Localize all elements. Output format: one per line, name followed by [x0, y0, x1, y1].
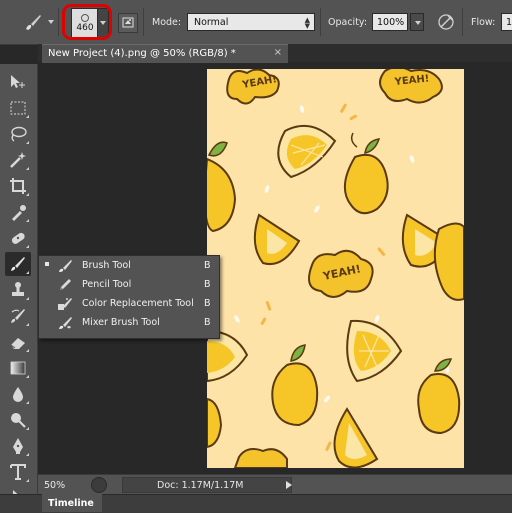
eraser-icon	[10, 338, 25, 349]
mode-value: Normal	[194, 17, 229, 28]
brush-icon	[11, 257, 25, 271]
mode-label: Mode:	[152, 17, 182, 28]
crop-icon	[10, 178, 26, 194]
lasso-icon	[11, 126, 27, 142]
tool-eyedropper[interactable]	[5, 200, 31, 224]
dodge-icon	[11, 413, 26, 428]
mode-select[interactable]: Normal ▲ ▼	[187, 13, 315, 31]
flyout-item-brush-tool[interactable]: Brush Tool B	[39, 256, 219, 275]
flyout-item-color-replacement-tool[interactable]: Color Replacement Tool B	[39, 294, 219, 313]
flyout-item-label: Pencil Tool	[82, 279, 132, 290]
brush-tool-flyout: Brush Tool B Pencil Tool B Color Replace…	[38, 255, 220, 339]
chevron-down-icon	[415, 21, 421, 25]
status-bar: 50% Doc: 1.17M/1.17M	[38, 474, 512, 495]
updown-arrows-icon: ▲ ▼	[304, 16, 310, 30]
tool-gradient[interactable]	[5, 356, 31, 380]
separator	[58, 8, 59, 36]
color-replacement-icon	[58, 298, 72, 310]
document-title: New Project (4).png @ 50% (RGB/8) *	[48, 48, 236, 59]
status-menu-arrow-icon[interactable]	[286, 481, 292, 489]
highlight-annotation	[62, 4, 112, 40]
doc-info[interactable]: Doc: 1.17M/1.17M	[122, 477, 292, 493]
timeline-label: Timeline	[48, 498, 94, 509]
selected-bullet-icon	[45, 262, 49, 266]
pen-icon	[13, 438, 23, 454]
tool-blur[interactable]	[5, 382, 31, 406]
document-canvas[interactable]: YEAH! YEAH! YEAH!	[207, 69, 464, 468]
tool-clone-stamp[interactable]	[5, 278, 31, 302]
eyedropper-icon	[12, 205, 26, 221]
flyout-item-label: Mixer Brush Tool	[82, 317, 160, 328]
quick-selection-icon	[10, 152, 26, 168]
tool-healing-brush[interactable]	[5, 226, 31, 250]
tool-history-brush[interactable]	[5, 304, 31, 328]
document-tab[interactable]: New Project (4).png @ 50% (RGB/8) * ×	[42, 44, 288, 63]
flyout-item-shortcut: B	[204, 317, 211, 328]
brush-preset-dropdown-icon[interactable]	[48, 20, 54, 24]
tool-brush[interactable]	[5, 252, 31, 276]
flyout-item-shortcut: B	[204, 279, 211, 290]
flow-label: Flow:	[471, 17, 496, 28]
zoom-icon[interactable]	[91, 477, 107, 493]
brush-icon	[59, 260, 72, 272]
opacity-dropdown[interactable]	[410, 13, 424, 31]
pencil-icon	[60, 279, 71, 290]
flow-input[interactable]: 10	[501, 13, 512, 31]
flyout-item-label: Brush Tool	[82, 260, 131, 271]
separator	[143, 8, 144, 36]
flyout-item-shortcut: B	[204, 298, 211, 309]
tool-type[interactable]	[5, 460, 31, 484]
opacity-input[interactable]: 100%	[372, 13, 408, 31]
tools-panel	[0, 64, 38, 512]
brush-panel-toggle[interactable]	[118, 13, 138, 33]
tool-lasso[interactable]	[5, 122, 31, 146]
type-icon	[10, 464, 26, 480]
flyout-item-label: Color Replacement Tool	[82, 298, 194, 309]
tool-pen[interactable]	[5, 434, 31, 458]
options-bar: 460 Mode: Normal ▲ ▼ Opacity: 100% Flow: …	[0, 0, 512, 45]
flyout-item-pencil-tool[interactable]: Pencil Tool B	[39, 275, 219, 294]
marquee-icon	[10, 101, 26, 115]
zoom-level[interactable]: 50%	[44, 480, 65, 491]
healing-brush-icon	[11, 232, 25, 244]
tool-quick-selection[interactable]	[5, 148, 31, 172]
tool-marquee[interactable]	[5, 96, 31, 120]
lemon-pattern-artwork: YEAH! YEAH! YEAH!	[207, 69, 464, 468]
separator	[320, 8, 321, 36]
blur-icon	[13, 387, 23, 402]
doc-size-text: Doc: 1.17M/1.17M	[157, 480, 244, 491]
mixer-brush-icon	[59, 317, 72, 329]
flyout-item-mixer-brush-tool[interactable]: Mixer Brush Tool B	[39, 313, 219, 332]
gradient-icon	[10, 361, 26, 375]
pressure-opacity-icon[interactable]	[436, 12, 456, 32]
tool-move[interactable]	[5, 70, 31, 94]
tool-eraser[interactable]	[5, 330, 31, 354]
tool-crop[interactable]	[5, 174, 31, 198]
brush-icon[interactable]	[22, 11, 44, 33]
flyout-item-shortcut: B	[204, 260, 211, 271]
close-icon[interactable]: ×	[274, 47, 282, 58]
opacity-label: Opacity:	[328, 17, 368, 28]
brush-panel-icon	[122, 17, 134, 28]
separator	[462, 8, 463, 36]
clone-stamp-icon	[12, 282, 24, 296]
history-brush-icon	[11, 309, 25, 323]
tool-dodge[interactable]	[5, 408, 31, 432]
move-icon	[11, 75, 25, 88]
tab-timeline[interactable]: Timeline	[42, 494, 102, 512]
